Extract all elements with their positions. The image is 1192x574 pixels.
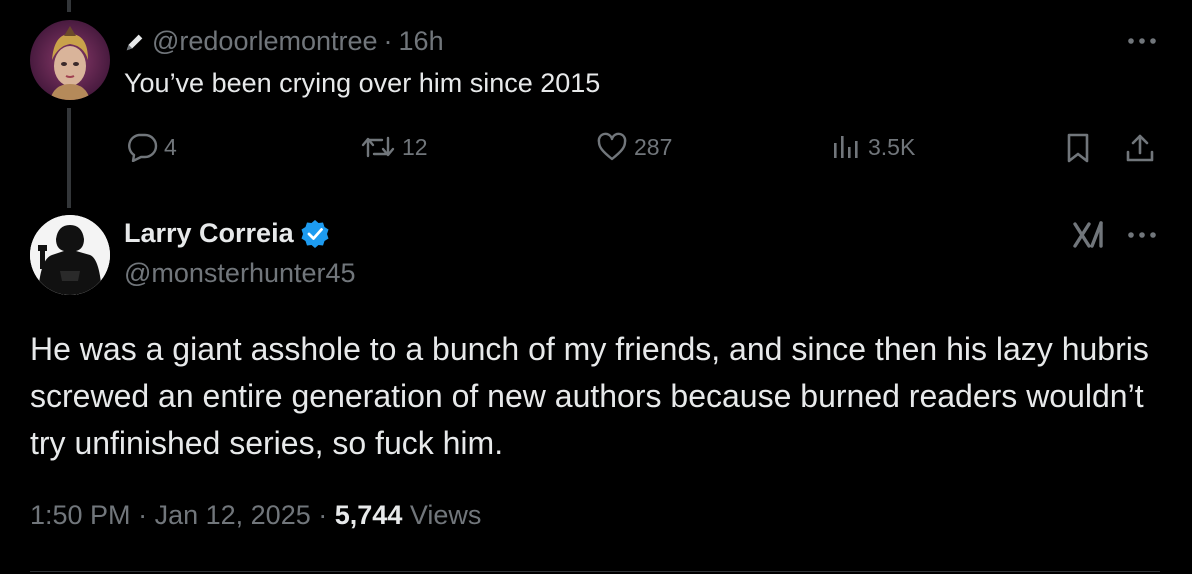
like-icon: [597, 132, 627, 161]
tweet-time[interactable]: 1:50 PM: [30, 500, 131, 530]
share-button[interactable]: [1124, 132, 1162, 164]
reply-button[interactable]: 4: [126, 132, 177, 162]
views-button[interactable]: 3.5K: [830, 132, 915, 162]
views-count: 3.5K: [868, 133, 916, 160]
reply-count: 4: [164, 133, 177, 160]
share-icon: [1126, 134, 1154, 162]
author-name-row[interactable]: Larry Correia: [124, 218, 330, 249]
divider: [30, 571, 1160, 572]
reply-icon: [128, 133, 158, 162]
tweet-date[interactable]: Jan 12, 2025: [155, 500, 311, 530]
reply-text: You’ve been crying over him since 2015: [124, 68, 601, 98]
repost-icon: [361, 136, 395, 158]
author-avatar[interactable]: [30, 215, 110, 295]
repost-count: 12: [402, 133, 428, 160]
reply-avatar[interactable]: [30, 20, 110, 100]
bookmark-icon: [1067, 133, 1089, 163]
verified-badge-icon: [301, 219, 329, 248]
reply-handle[interactable]: @redoorlemontree: [152, 26, 378, 57]
repost-button[interactable]: 12: [360, 132, 428, 162]
grok-icon[interactable]: [1072, 220, 1106, 250]
more-icon[interactable]: [1126, 36, 1158, 46]
tweet-views-label: Views: [409, 500, 482, 530]
reply-header: @redoorlemontree · 16h: [124, 26, 444, 57]
reply-separator: ·: [383, 26, 393, 56]
tweet-more-icon[interactable]: [1126, 230, 1158, 240]
thread-line: [67, 108, 71, 208]
pencil-icon: [126, 34, 143, 50]
tweet-meta: 1:50 PM · Jan 12, 2025 · 5,744 Views: [30, 500, 481, 531]
tweet-views-count[interactable]: 5,744: [335, 500, 403, 530]
meta-separator: ·: [318, 500, 328, 530]
like-button[interactable]: 287: [596, 132, 672, 162]
like-count: 287: [634, 133, 673, 160]
author-name[interactable]: Larry Correia: [124, 218, 294, 249]
tweet-body: He was a giant asshole to a bunch of my …: [30, 331, 1149, 461]
bookmark-button[interactable]: [1064, 132, 1098, 164]
reply-time[interactable]: 16h: [399, 26, 444, 57]
meta-separator: ·: [138, 500, 148, 530]
author-handle[interactable]: @monsterhunter45: [124, 258, 356, 289]
views-icon: [834, 136, 858, 158]
thread-line-top: [67, 0, 71, 12]
